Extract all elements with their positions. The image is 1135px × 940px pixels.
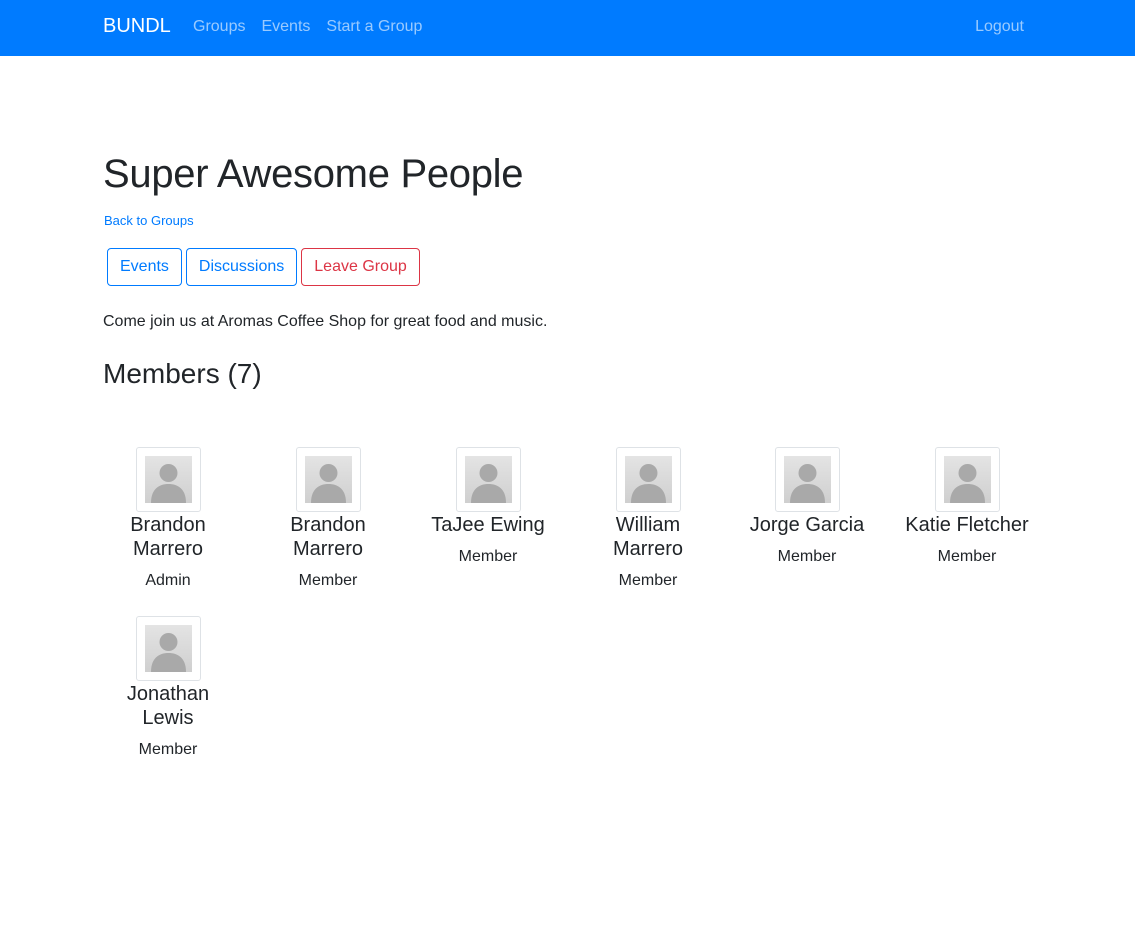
members-heading: Members (7)	[103, 358, 262, 389]
member-role: Member	[458, 548, 518, 565]
member-name-line: Brandon	[130, 514, 206, 536]
leave-group-button[interactable]: Leave Group	[301, 248, 420, 286]
member-avatar[interactable]	[135, 616, 201, 681]
member-avatar[interactable]	[135, 447, 201, 512]
member-avatar[interactable]	[455, 447, 521, 512]
user-placeholder-icon	[464, 456, 512, 503]
nav-links: Groups Events Start a Group	[193, 18, 422, 36]
member-name-line: Jorge Garcia	[749, 514, 865, 536]
member-avatar[interactable]	[774, 447, 840, 512]
member-name-line: Marrero	[132, 538, 203, 560]
member-role: Member	[618, 572, 678, 589]
brand-logo[interactable]: BUNDL	[103, 15, 171, 38]
member-avatar[interactable]	[615, 447, 681, 512]
member-card: Brandon Marrero Admin	[88, 447, 248, 591]
logout-link[interactable]: Logout	[975, 18, 1024, 36]
member-name: Jonathan Lewis	[88, 682, 248, 730]
member-name-line: Marrero	[292, 538, 363, 560]
group-description: Come join us at Aromas Coffee Shop for g…	[103, 313, 548, 330]
member-name: Brandon Marrero	[248, 513, 408, 561]
member-card: Katie Fletcher Member	[887, 447, 1047, 567]
member-name: TaJee Ewing	[408, 513, 568, 537]
member-card: Brandon Marrero Member	[248, 447, 408, 591]
member-name: William Marrero	[568, 513, 728, 561]
member-role: Member	[138, 741, 198, 758]
member-name: Brandon Marrero	[88, 513, 248, 561]
user-placeholder-icon	[304, 456, 352, 503]
nav-link-events[interactable]: Events	[261, 18, 310, 36]
events-button[interactable]: Events	[107, 248, 182, 286]
nav-link-groups[interactable]: Groups	[193, 18, 245, 36]
member-name-line: William	[615, 514, 681, 536]
member-name-line: Katie Fletcher	[905, 514, 1029, 536]
user-placeholder-icon	[943, 456, 991, 503]
member-name: Katie Fletcher	[887, 513, 1047, 537]
member-name-line: Jonathan	[126, 683, 210, 705]
member-card: TaJee Ewing Member	[408, 447, 568, 567]
page-title: Super Awesome People	[103, 152, 524, 196]
member-card: William Marrero Member	[568, 447, 728, 591]
member-name-line: Lewis	[142, 707, 194, 729]
member-avatar[interactable]	[295, 447, 361, 512]
member-role: Member	[777, 548, 837, 565]
member-name-line: Brandon	[290, 514, 366, 536]
member-role: Admin	[145, 572, 191, 589]
member-card: Jonathan Lewis Member	[88, 616, 248, 760]
member-role: Member	[298, 572, 358, 589]
discussions-button[interactable]: Discussions	[185, 248, 298, 286]
member-name-line: Marrero	[612, 538, 683, 560]
user-placeholder-icon	[624, 456, 672, 503]
member-role: Member	[937, 548, 997, 565]
user-placeholder-icon	[783, 456, 831, 503]
nav-link-start-group[interactable]: Start a Group	[326, 18, 422, 36]
member-avatar[interactable]	[934, 447, 1000, 512]
user-placeholder-icon	[144, 456, 192, 503]
navbar: BUNDL Groups Events Start a Group Logout	[0, 0, 1135, 56]
member-name-line: TaJee Ewing	[431, 514, 545, 536]
member-name: Jorge Garcia	[727, 513, 887, 537]
back-to-groups-link[interactable]: Back to Groups	[104, 213, 194, 228]
user-placeholder-icon	[144, 625, 192, 672]
member-card: Jorge Garcia Member	[727, 447, 887, 567]
group-action-buttons: Events Discussions Leave Group	[107, 248, 420, 286]
